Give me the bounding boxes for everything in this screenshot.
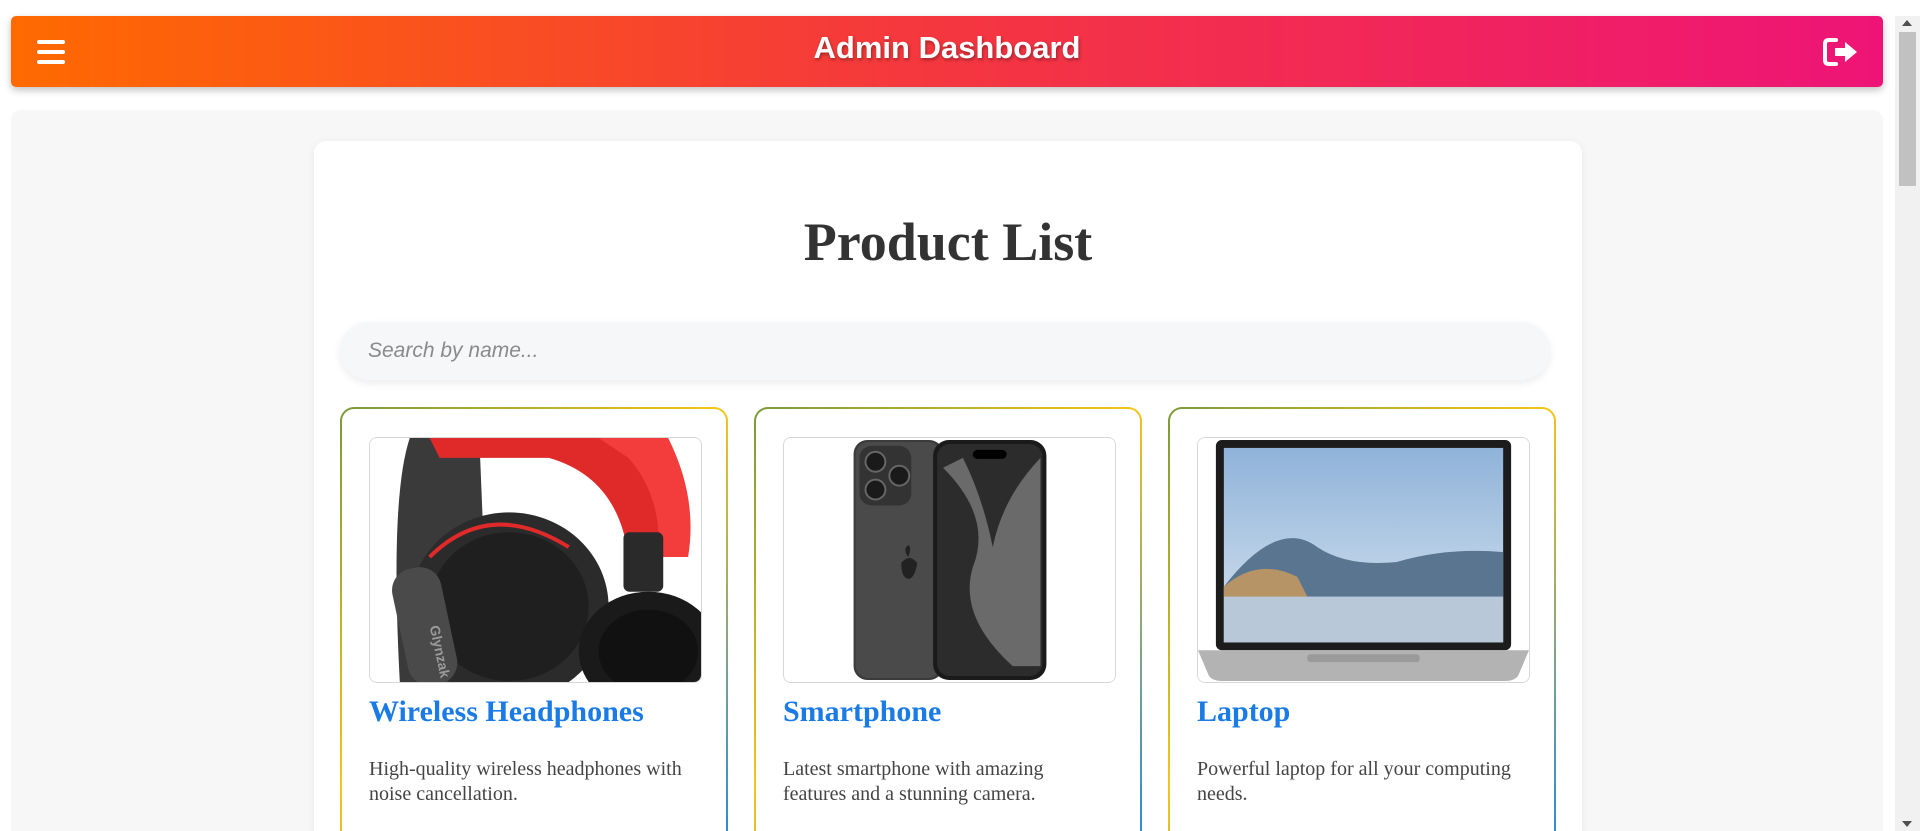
product-card[interactable]: Laptop Powerful laptop for all your comp…: [1168, 407, 1556, 831]
scroll-up-arrow-icon[interactable]: [1902, 20, 1912, 26]
product-description: Powerful laptop for all your computing n…: [1197, 758, 1511, 805]
product-name[interactable]: Wireless Headphones: [369, 695, 644, 729]
vertical-scrollbar[interactable]: [1895, 16, 1920, 831]
product-description: Latest smartphone with amazing features …: [783, 758, 1044, 805]
product-description: High-quality wireless headphones with no…: [369, 758, 682, 805]
hamburger-menu-icon[interactable]: [37, 34, 69, 70]
smartphone-image: [783, 437, 1116, 683]
headphones-image: Glynzak: [369, 437, 702, 683]
product-name[interactable]: Smartphone: [783, 695, 941, 729]
search-input[interactable]: [340, 322, 1550, 380]
scrollbar-thumb[interactable]: [1899, 32, 1916, 186]
laptop-image: [1197, 437, 1530, 683]
product-list-panel: Product List Glynzak Wireless Headphones…: [314, 141, 1582, 831]
product-card[interactable]: Smartphone Latest smartphone with amazin…: [754, 407, 1142, 831]
page-title: Product List: [803, 212, 1093, 272]
app-title: Admin Dashboard: [813, 29, 1081, 65]
product-card[interactable]: Glynzak Wireless Headphones High-quality…: [340, 407, 728, 831]
scroll-down-arrow-icon[interactable]: [1902, 821, 1912, 827]
logout-icon[interactable]: [1821, 34, 1861, 70]
top-navbar: Admin Dashboard: [11, 16, 1883, 87]
product-name[interactable]: Laptop: [1197, 695, 1290, 729]
